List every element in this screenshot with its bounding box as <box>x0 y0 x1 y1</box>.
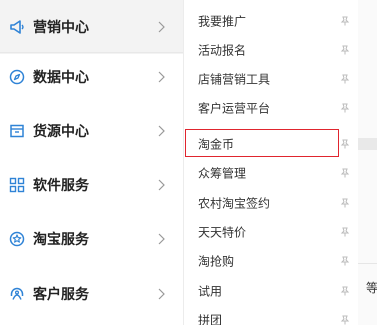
submenu-item[interactable]: 淘抢购 <box>184 246 359 275</box>
nav-label: 数据中心 <box>33 70 89 86</box>
submenu-item-taojinbi[interactable]: 淘金币 <box>184 129 359 158</box>
pin-icon[interactable] <box>340 286 350 296</box>
submenu-item[interactable]: 众筹管理 <box>184 158 359 187</box>
submenu-label: 店铺营销工具 <box>198 72 271 86</box>
submenu-label: 活动报名 <box>198 43 247 57</box>
chevron-right-icon <box>158 233 165 245</box>
submenu-label: 天天特价 <box>198 225 247 239</box>
headset-icon <box>10 287 24 300</box>
submenu-item[interactable]: 活动报名 <box>184 35 359 64</box>
submenu-item[interactable]: 试用 <box>184 276 359 305</box>
star-badge-icon <box>9 231 25 247</box>
pin-icon[interactable] <box>340 315 350 325</box>
nav-item-taobao-services[interactable]: 淘宝服务 <box>0 212 183 266</box>
submenu-item[interactable]: 农村淘宝签约 <box>184 188 359 217</box>
pin-icon[interactable] <box>340 227 350 237</box>
submenu-item[interactable]: 拼团 <box>184 305 359 325</box>
nav-label: 软件服务 <box>33 178 89 194</box>
submenu-label: 试用 <box>198 284 223 298</box>
chevron-right-icon <box>158 21 165 33</box>
background-bar <box>358 138 377 150</box>
left-nav: 营销中心 数据中心 货源中心 软件服务 淘宝服务 客户服务 <box>0 0 183 325</box>
pin-icon[interactable] <box>340 16 350 26</box>
box-icon <box>10 124 24 138</box>
submenu-label: 农村淘宝签约 <box>198 196 271 210</box>
nav-label: 营销中心 <box>33 20 89 36</box>
nav-label: 淘宝服务 <box>33 232 89 248</box>
submenu-label: 淘金币 <box>198 137 235 151</box>
pin-icon[interactable] <box>340 168 350 178</box>
background-content <box>358 0 377 325</box>
nav-item-marketing-center[interactable]: 营销中心 <box>0 0 183 54</box>
chevron-right-icon <box>158 179 165 191</box>
submenu-label: 淘抢购 <box>198 254 235 268</box>
pin-icon[interactable] <box>340 103 350 113</box>
nav-item-software-services[interactable]: 软件服务 <box>0 158 183 212</box>
submenu-item[interactable]: 店铺营销工具 <box>184 64 359 93</box>
chevron-right-icon <box>158 71 165 83</box>
pin-icon[interactable] <box>340 139 350 149</box>
submenu-label: 拼团 <box>198 313 223 325</box>
marketing-submenu: 我要推广 活动报名 店铺营销工具 客户运营平台 淘金币 众筹管理 农村淘宝签约 <box>183 0 359 325</box>
submenu-label: 众筹管理 <box>198 166 247 180</box>
nav-label: 货源中心 <box>33 124 89 140</box>
nav-item-data-center[interactable]: 数据中心 <box>0 50 183 104</box>
menu-screen: 营销中心 数据中心 货源中心 软件服务 淘宝服务 客户服务 我要推广 活动报名 … <box>0 0 377 325</box>
pin-icon[interactable] <box>340 198 350 208</box>
compass-icon <box>9 69 25 85</box>
background-partial-text: 等 <box>366 281 377 295</box>
submenu-item[interactable]: 我要推广 <box>184 6 359 35</box>
submenu-label: 我要推广 <box>198 14 247 28</box>
chevron-right-icon <box>158 288 165 300</box>
submenu-item[interactable]: 客户运营平台 <box>184 93 359 122</box>
megaphone-icon <box>10 20 24 34</box>
submenu-item[interactable]: 天天特价 <box>184 217 359 246</box>
submenu-label: 客户运营平台 <box>198 101 271 115</box>
grid-icon <box>9 177 25 193</box>
nav-item-supply-center[interactable]: 货源中心 <box>0 104 183 158</box>
nav-label: 客户服务 <box>33 287 89 303</box>
nav-item-customer-service[interactable]: 客户服务 <box>0 267 183 321</box>
pin-icon[interactable] <box>340 45 350 55</box>
pin-icon[interactable] <box>340 74 350 84</box>
chevron-right-icon <box>158 125 165 137</box>
pin-icon[interactable] <box>340 256 350 266</box>
background-divider <box>358 263 377 264</box>
